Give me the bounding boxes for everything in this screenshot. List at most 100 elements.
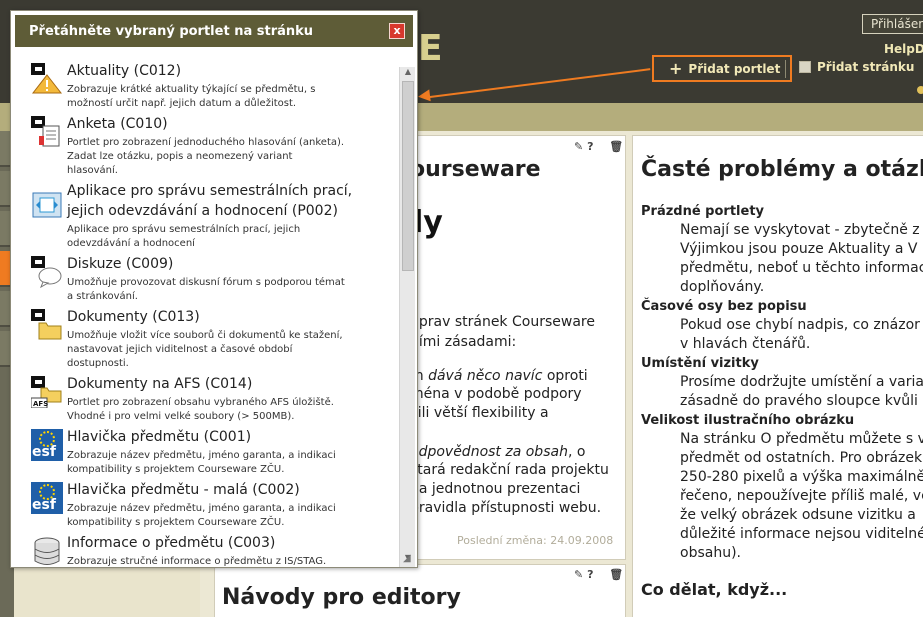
portlet-item[interactable]: esf Hlavička předmětu - malá (C002) Zobr… [31, 480, 397, 530]
faq-title: Časové osy bez popisu [641, 299, 807, 314]
portlet-desc: odevzdávání a hodnocení [67, 238, 195, 249]
portlet-text-line: m dává něco navíc oproti [410, 368, 588, 384]
help-link[interactable]: HelpD [884, 42, 923, 56]
portlet-name: Dokumenty (C013) [67, 309, 200, 325]
help-icon[interactable]: ? [587, 568, 593, 581]
toolbar-separator [785, 60, 786, 78]
close-icon[interactable]: x [389, 23, 405, 39]
esf-logo-icon: esf [31, 429, 63, 461]
portlet-desc: Zobrazuje název předmětu, jméno garanta,… [67, 503, 336, 514]
faq-heading-2: Co dělat, když... [641, 580, 788, 599]
portlet-name: Aplikace pro správu semestrálních prací, [67, 183, 353, 199]
add-portlet-dialog: Přetáhněte vybraný portlet na stránku x … [10, 10, 418, 568]
dialog-title: Přetáhněte vybraný portlet na stránku [29, 24, 314, 39]
add-page-label: Přidat stránku [817, 60, 915, 74]
portlet-item[interactable]: Diskuze (C009) Umožňuje provozovat disku… [31, 254, 397, 304]
edit-icon[interactable]: ✎ [574, 140, 583, 153]
plus-icon: + [669, 59, 683, 78]
portlet-desc: Zobrazuje stručné informace o předmětu z… [67, 556, 327, 567]
arrow-head-icon [417, 89, 431, 103]
portlet-name: Diskuze (C009) [67, 256, 174, 272]
portlet-desc: hlasování. [67, 165, 118, 176]
list-scrollbar[interactable]: ▲ ▼ [399, 67, 415, 567]
login-button[interactable]: Přihlášen [862, 14, 923, 34]
portlet-item[interactable]: Aktuality (C012) Zobrazuje krátké aktual… [31, 61, 397, 113]
portlet-name: Informace o předmětu (C003) [67, 535, 276, 551]
faq-line: Pokud ose chybí nadpis, co znázor [680, 317, 920, 333]
portlet-desc: Zobrazuje název předmětu, jméno garanta,… [67, 450, 336, 461]
portlet-item[interactable]: esf Hlavička předmětu (C001) Zobrazuje n… [31, 427, 397, 477]
faq-line: Nemají se vyskytovat - zbytečně z [680, 222, 920, 238]
faq-line: že velký obrázek odsune vizitku a [680, 507, 916, 523]
faq-line: důležité informace nejsou viditelné [680, 526, 923, 542]
poll-list-icon [31, 116, 63, 148]
faq-line: Výjimkou jsou pouze Aktuality a V [680, 241, 918, 257]
add-portlet-label: Přidat portlet [688, 61, 781, 76]
portlet-tools: ✎ ? 🗑 [574, 140, 623, 153]
scroll-thumb[interactable] [402, 81, 414, 271]
portlet-desc: kompatibility s projektem Courseware ZČU… [67, 464, 285, 475]
add-page-button[interactable]: Přidat stránku [799, 60, 914, 74]
faq-line: předmět od ostatních. Pro obrázek [680, 450, 923, 466]
portlet-desc: Umožňuje vložit více souborů či dokument… [67, 330, 343, 341]
folder-icon [31, 309, 63, 341]
portlet-tools: ✎ ? 🗑 [574, 568, 623, 581]
portlet-text-line: ními zásadami: [410, 334, 517, 350]
portlet-text-line: odpovědnost za obsah, o [410, 444, 586, 460]
help-icon[interactable]: ? [587, 140, 593, 153]
portlet-desc: dostupnosti. [67, 358, 129, 369]
faq-line: obsahu). [680, 545, 741, 561]
portlet-item[interactable]: Dokumenty (C013) Umožňuje vložit více so… [31, 307, 397, 371]
resize-grip-icon[interactable]: ◢ [403, 553, 411, 564]
portlet-item[interactable]: Aplikace pro správu semestrálních prací,… [31, 181, 397, 249]
portlet-desc: nastavovat jejich viditelnost a časové o… [67, 344, 293, 355]
scroll-up-icon[interactable]: ▲ [400, 67, 416, 79]
status-dot-icon [917, 86, 923, 94]
portlet-name: Aktuality (C012) [67, 63, 182, 79]
faq-line: v hlavách čtenářů. [680, 336, 811, 352]
portlet-heading: Návody pro editory [222, 585, 461, 610]
portlet-text-line: stará redakční rada projektu [410, 462, 609, 478]
faq-title: Velikost ilustračního obrázku [641, 413, 855, 428]
portlet-item[interactable]: AFS Dokumenty na AFS (C014) Portlet pro … [31, 374, 397, 424]
portlet-text-line: ména v podobě podpory [410, 386, 582, 402]
faq-title: Prázdné portlety [641, 204, 765, 219]
portlet-name: Hlavička předmětu (C001) [67, 429, 252, 445]
portlet-item[interactable]: Informace o předmětu (C003) Zobrazuje st… [31, 533, 397, 567]
svg-text:AFS: AFS [33, 400, 48, 408]
faq-title: Umístění vizitky [641, 356, 759, 371]
esf-logo-icon: esf [31, 482, 63, 514]
portlet-name: Anketa (C010) [67, 116, 168, 132]
portlet-text-line: na jednotnou prezentaci [410, 481, 581, 497]
portlet-desc: Zobrazuje krátké aktuality týkající se p… [67, 84, 316, 95]
dialog-header[interactable]: Přetáhněte vybraný portlet na stránku x [15, 15, 413, 47]
portlet-desc: kompatibility s projektem Courseware ZČU… [67, 517, 285, 528]
portlet-list: Aktuality (C012) Zobrazuje krátké aktual… [11, 55, 399, 567]
faq-line: doplňovány. [680, 279, 765, 295]
discussion-icon [31, 256, 63, 288]
delete-icon[interactable]: 🗑 [609, 140, 623, 153]
portlet-name: jejich odevzdávání a hodnocení (P002) [67, 203, 338, 219]
edit-icon[interactable]: ✎ [574, 568, 583, 581]
portlet-desc: Aplikace pro správu semestrálních prací,… [67, 224, 301, 235]
page-icon [799, 61, 811, 73]
portlet-desc: a stránkování. [67, 291, 138, 302]
assignment-app-icon [31, 189, 63, 221]
database-icon [31, 535, 63, 567]
portlet-name: Dokumenty na AFS (C014) [67, 376, 253, 392]
delete-icon[interactable]: 🗑 [609, 568, 623, 581]
last-change-label: Poslední změna: 24.09.2008 [457, 534, 614, 547]
portlet-desc: možností určit např. jejich datum a důle… [67, 98, 297, 109]
add-portlet-button[interactable]: + Přidat portlet [652, 55, 792, 82]
faq-line: předmětu, neboť u těchto informac [680, 260, 923, 276]
afs-folder-icon: AFS [31, 376, 63, 408]
faq-line: řečeno, nepoužívejte příliš malé, ve [680, 488, 923, 504]
faq-line: Na stránku O předmětu můžete s v [680, 431, 923, 447]
site-logo: E [418, 28, 443, 69]
portlet-desc: Umožňuje provozovat diskusní fórum s pod… [67, 277, 345, 288]
portlet-desc: Portlet pro zobrazení jednoduchého hlaso… [67, 137, 345, 148]
faq-line: Prosíme dodržujte umístění a varia [680, 374, 923, 390]
faq-heading: Časté problémy a otázk [641, 157, 923, 182]
portlet-text-line: čili větší flexibility a [410, 405, 549, 421]
portlet-item[interactable]: Anketa (C010) Portlet pro zobrazení jedn… [31, 114, 397, 178]
